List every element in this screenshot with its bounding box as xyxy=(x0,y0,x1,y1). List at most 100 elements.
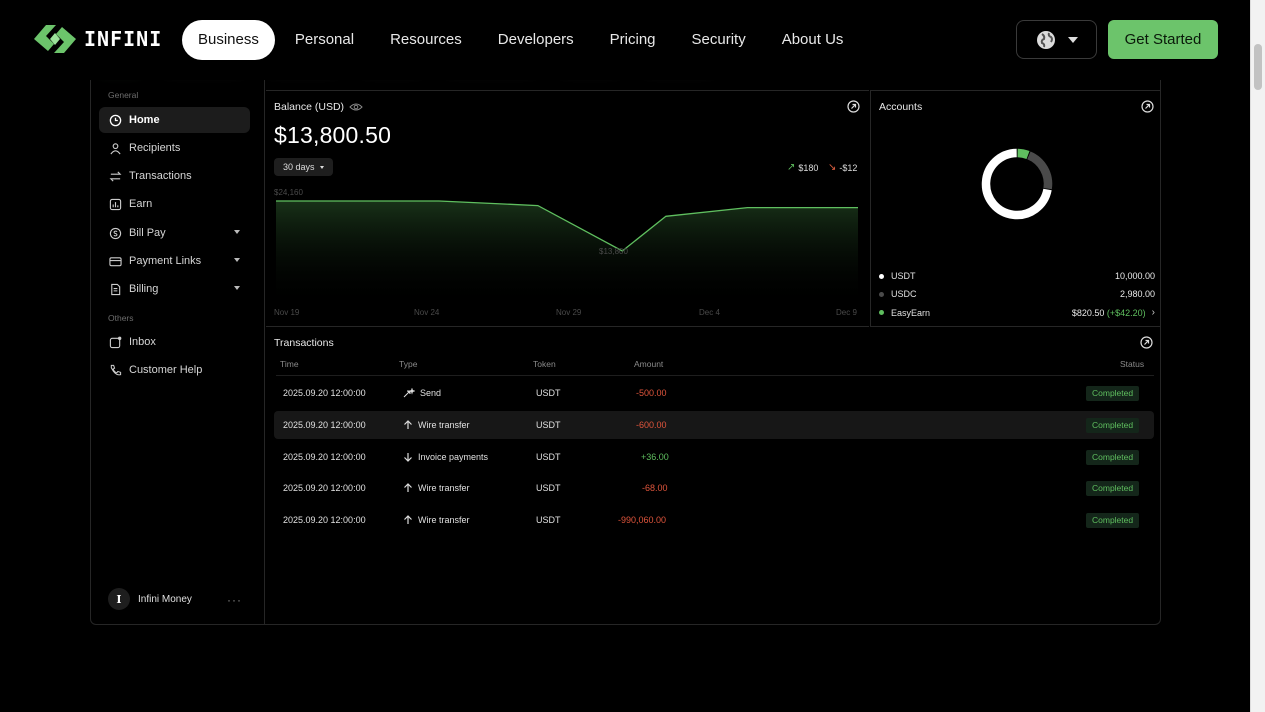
cell-token: USDT xyxy=(536,515,561,525)
chevron-down-icon xyxy=(234,258,240,262)
type-label: Wire transfer xyxy=(418,515,470,525)
balance-chart: $24,160 $13,800 xyxy=(274,188,858,306)
sidebar-item-recipients[interactable]: Recipients xyxy=(99,135,250,161)
chevron-down-icon xyxy=(1067,36,1078,43)
scrollbar-thumb[interactable] xyxy=(1254,44,1262,90)
range-selector[interactable]: 30 days xyxy=(274,158,333,176)
easyearn-value: $820.50 xyxy=(1071,307,1105,318)
sidebar-item-home[interactable]: Home xyxy=(99,107,250,133)
send-icon xyxy=(403,388,415,398)
avatar: I xyxy=(108,588,130,610)
card-icon xyxy=(109,256,122,266)
status-badge: Completed xyxy=(1086,386,1140,401)
balance-title-text: Balance (USD) xyxy=(274,101,345,113)
account-row-easyearn[interactable]: EasyEarn $820.50 (+$42.20) › xyxy=(879,307,1155,318)
expand-icon[interactable] xyxy=(847,100,860,113)
cell-token: USDT xyxy=(536,388,561,398)
sidebar-item-label: Transactions xyxy=(129,170,192,182)
balance-title: Balance (USD) xyxy=(274,101,363,113)
sidebar-item-inbox[interactable]: Inbox xyxy=(99,329,250,355)
eye-icon[interactable] xyxy=(349,102,363,112)
table-row[interactable]: 2025.09.20 12:00:00 Send USDT -500.00 Co… xyxy=(274,379,1154,407)
easyearn-gain: (+$42.20) xyxy=(1106,307,1146,318)
phone-icon xyxy=(110,364,122,375)
range-label: 30 days xyxy=(283,162,315,172)
top-navigation: INFINI Business Personal Resources Devel… xyxy=(0,0,1250,80)
transactions-title: Transactions xyxy=(274,337,334,349)
table-row[interactable]: 2025.09.20 12:00:00 Invoice payments USD… xyxy=(274,443,1154,471)
delta-up: ↗ $180 xyxy=(787,162,818,173)
sidebar-item-payment-links[interactable]: Payment Links xyxy=(99,248,250,274)
chevron-right-icon[interactable]: › xyxy=(1152,307,1155,318)
account-value: $820.50 (+$42.20) xyxy=(1072,308,1146,318)
cell-time: 2025.09.20 12:00:00 xyxy=(283,515,366,525)
infini-logo-icon xyxy=(34,25,76,53)
accounts-panel: Accounts USDT 10,000.00 USDC 2,980.00 Ea… xyxy=(870,90,1160,327)
account-value: 10,000.00 xyxy=(1114,271,1155,281)
sidebar-item-label: Recipients xyxy=(129,142,181,154)
account-name: USDT xyxy=(891,271,916,281)
cell-token: USDT xyxy=(536,483,561,493)
chevron-down-icon xyxy=(234,286,240,290)
sidebar-item-earn[interactable]: Earn xyxy=(99,191,250,217)
table-row[interactable]: 2025.09.20 12:00:00 Wire transfer USDT -… xyxy=(274,474,1154,502)
get-started-button[interactable]: Get Started xyxy=(1108,20,1218,59)
sidebar-item-label: Earn xyxy=(129,198,153,210)
cell-type: Wire transfer xyxy=(403,515,470,525)
bill-icon xyxy=(109,227,122,239)
header-amount: Amount xyxy=(634,359,664,369)
cell-amount: -600.00 xyxy=(636,420,667,430)
sidebar-group-general: General xyxy=(108,90,139,100)
expand-icon[interactable] xyxy=(1140,336,1153,349)
sidebar-item-label: Payment Links xyxy=(129,255,202,267)
header-token: Token xyxy=(533,359,556,369)
header-status: Status xyxy=(1120,359,1145,369)
logo-text: INFINI xyxy=(84,27,163,51)
sidebar-item-customer-help[interactable]: Customer Help xyxy=(99,357,250,383)
nav-security[interactable]: Security xyxy=(674,20,764,60)
cell-type: Wire transfer xyxy=(403,483,470,493)
header-time: Time xyxy=(280,359,299,369)
table-row[interactable]: 2025.09.20 12:00:00 Wire transfer USDT -… xyxy=(274,411,1154,439)
cell-token: USDT xyxy=(536,420,561,430)
cell-time: 2025.09.20 12:00:00 xyxy=(283,483,366,493)
accounts-title: Accounts xyxy=(879,101,923,113)
more-options-icon[interactable]: ··· xyxy=(227,593,242,607)
expand-icon[interactable] xyxy=(1141,100,1154,113)
delta-up-value: $180 xyxy=(798,162,819,173)
x-tick: Nov 24 xyxy=(414,308,440,317)
sidebar-item-transactions[interactable]: Transactions xyxy=(99,163,250,189)
user-icon xyxy=(110,142,121,154)
cell-type: Send xyxy=(403,388,441,398)
page-scrollbar[interactable] xyxy=(1250,0,1265,712)
arrow-down-icon xyxy=(404,453,412,462)
account-row-usdc[interactable]: USDC 2,980.00 xyxy=(879,289,1155,299)
status-badge: Completed xyxy=(1086,513,1140,528)
arrow-up-icon xyxy=(404,420,412,429)
sidebar-item-label: Inbox xyxy=(129,336,156,348)
x-tick: Dec 9 xyxy=(836,308,857,317)
logo[interactable]: INFINI xyxy=(32,20,162,58)
user-name: Infini Money xyxy=(138,593,192,605)
language-selector[interactable] xyxy=(1016,20,1097,59)
sidebar-item-billing[interactable]: Billing xyxy=(99,276,250,302)
account-row-usdt[interactable]: USDT 10,000.00 xyxy=(879,271,1155,281)
status-badge: Completed xyxy=(1086,418,1140,433)
status-badge: Completed xyxy=(1086,450,1140,465)
header-type: Type xyxy=(399,359,418,369)
nav-pricing[interactable]: Pricing xyxy=(592,20,674,60)
table-row[interactable]: 2025.09.20 12:00:00 Wire transfer USDT -… xyxy=(274,506,1154,534)
sidebar-item-bill-pay[interactable]: Bill Pay xyxy=(99,220,250,246)
chart-min-label: $13,800 xyxy=(599,247,628,256)
nav-personal[interactable]: Personal xyxy=(277,20,372,60)
donut-slice-usdc xyxy=(1027,151,1053,190)
nav-resources[interactable]: Resources xyxy=(372,20,480,60)
cell-type: Wire transfer xyxy=(403,420,470,430)
x-tick: Dec 4 xyxy=(699,308,720,317)
sidebar: General Home Recipients Transactions Ear… xyxy=(91,63,265,624)
nav-business[interactable]: Business xyxy=(182,20,275,60)
arrow-up-icon xyxy=(404,483,412,492)
sidebar-group-others: Others xyxy=(108,313,134,323)
nav-developers[interactable]: Developers xyxy=(480,20,592,60)
nav-about-us[interactable]: About Us xyxy=(764,20,862,60)
